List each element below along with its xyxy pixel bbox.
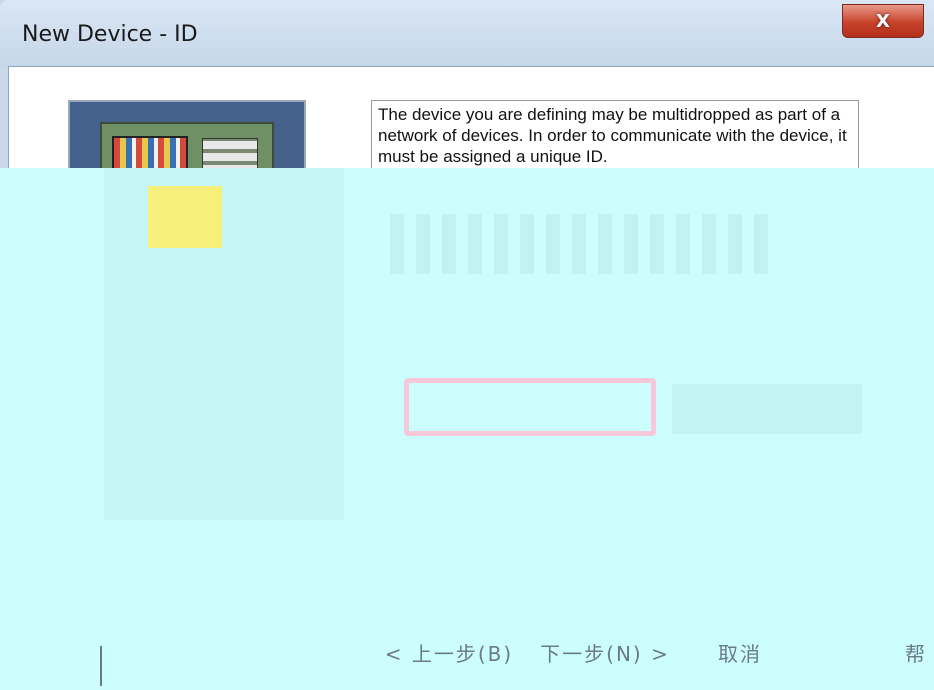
next-button[interactable]: 下一步(N) >	[530, 632, 680, 672]
close-icon: X	[876, 10, 890, 32]
new-device-dialog: New Device - ID X The device you are def…	[0, 0, 934, 690]
folder-icon	[148, 186, 222, 248]
heading-ghost	[390, 214, 780, 274]
description-text: The device you are defining may be multi…	[371, 100, 859, 176]
device-id-input[interactable]	[404, 378, 656, 436]
cancel-button[interactable]: 取消	[690, 632, 790, 672]
back-button[interactable]: < 上一步(B)	[374, 632, 524, 672]
window-title: New Device - ID	[22, 22, 198, 47]
divider	[100, 646, 102, 686]
illustration-ghost	[104, 168, 344, 520]
close-button[interactable]: X	[842, 4, 924, 38]
id-field-ghost	[672, 384, 862, 434]
title-bar: New Device - ID X	[0, 0, 934, 66]
button-bar: < 上一步(B) 下一步(N) > 取消 帮	[0, 608, 934, 690]
help-button[interactable]: 帮	[896, 632, 934, 672]
